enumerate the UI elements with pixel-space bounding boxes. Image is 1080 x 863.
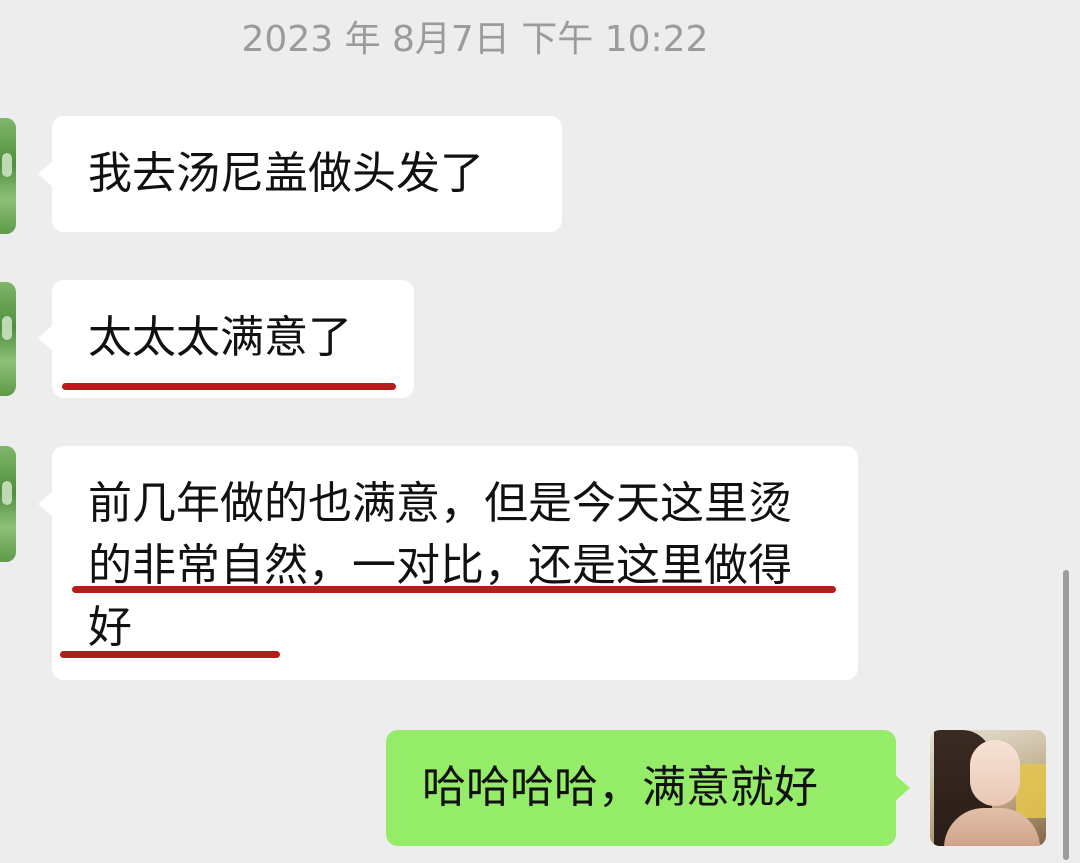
message-bubble-incoming[interactable]: 前几年做的也满意，但是今天这里烫的非常自然，一对比，还是这里做得好 [38, 446, 858, 680]
message-bubble-incoming[interactable]: 太太太满意了 [38, 280, 414, 398]
message-bubble-outgoing[interactable]: 哈哈哈哈，满意就好 [386, 730, 910, 846]
contact-avatar[interactable] [0, 118, 16, 234]
chat-timestamp: 2023 年 8月7日 下午 10:22 [241, 19, 709, 60]
message-bubble-incoming[interactable]: 我去汤尼盖做头发了 [38, 116, 562, 232]
annotation-underline [62, 383, 396, 390]
message-text: 太太太满意了 [88, 312, 352, 363]
message-text: 我去汤尼盖做头发了 [88, 148, 484, 199]
message-text: 哈哈哈哈，满意就好 [422, 762, 818, 813]
avatar-face [970, 740, 1020, 806]
contact-avatar[interactable] [0, 446, 16, 562]
self-avatar[interactable] [930, 730, 1046, 846]
avatar-background-sign [1016, 764, 1046, 818]
scrollbar[interactable] [1063, 570, 1069, 860]
contact-avatar[interactable] [0, 282, 16, 396]
message-text: 前几年做的也满意，但是今天这里烫的非常自然，一对比，还是这里做得好 [88, 478, 792, 653]
annotation-underline [60, 651, 280, 658]
annotation-underline [72, 586, 836, 593]
